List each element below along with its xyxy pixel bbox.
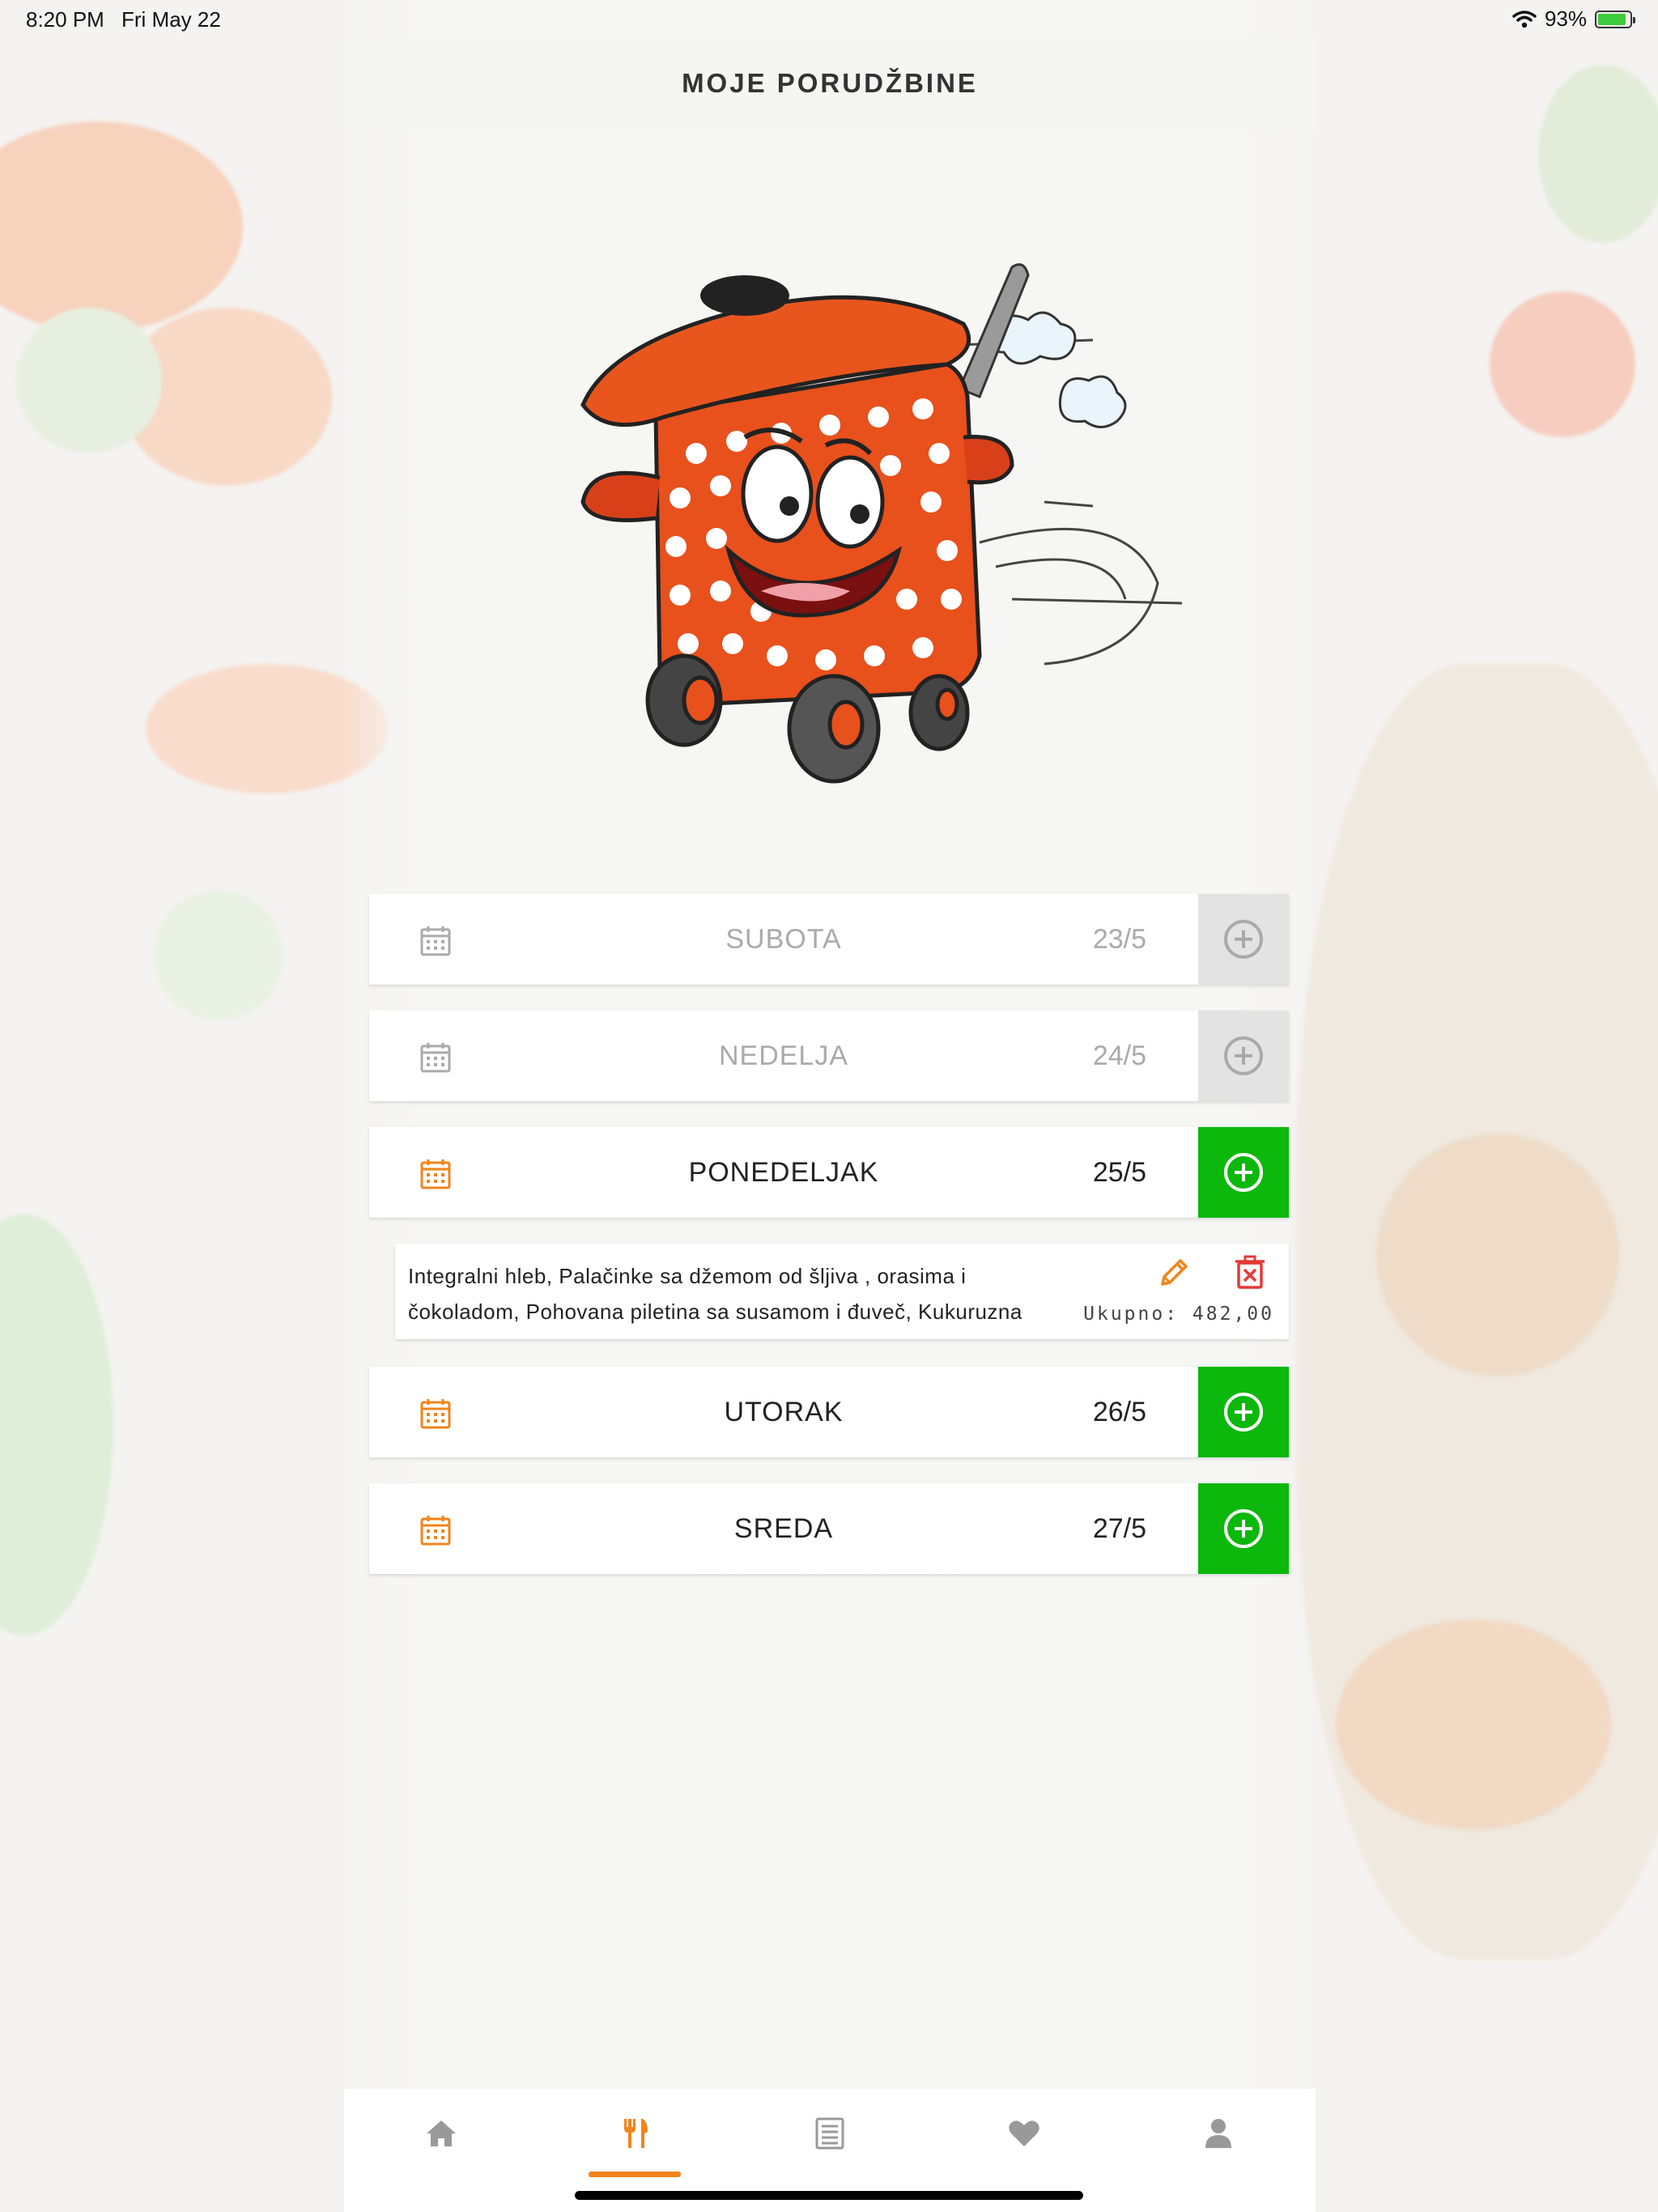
wifi-icon	[1512, 10, 1537, 28]
add-order-button[interactable]	[1198, 894, 1289, 985]
add-order-button[interactable]	[1198, 1010, 1289, 1101]
order-items: Integralni hleb, Palačinke sa džemom od …	[408, 1258, 1104, 1329]
add-order-button[interactable]	[1198, 1367, 1289, 1457]
pencil-icon[interactable]	[1156, 1255, 1192, 1291]
list-icon	[815, 2117, 844, 2150]
day-name: SUBOTA	[725, 923, 842, 955]
day-row-sreda[interactable]: SREDA 27/5	[369, 1483, 1289, 1574]
trash-icon[interactable]	[1234, 1255, 1266, 1291]
battery-percent: 93%	[1544, 6, 1587, 31]
home-icon	[427, 2121, 456, 2146]
order-card[interactable]: Integralni hleb, Palačinke sa džemom od …	[395, 1244, 1289, 1339]
tab-orders[interactable]	[538, 2089, 733, 2178]
plus-circle-icon	[1224, 1153, 1263, 1192]
add-order-button[interactable]	[1198, 1483, 1289, 1574]
plus-circle-icon	[1224, 920, 1263, 959]
order-items-line: čokoladom, Pohovana piletina sa susamom …	[408, 1300, 1022, 1324]
day-name: NEDELJA	[718, 1040, 849, 1071]
day-row-main[interactable]: SREDA 27/5	[369, 1483, 1198, 1574]
heart-icon	[1009, 2121, 1039, 2146]
plus-circle-icon	[1224, 1393, 1263, 1431]
day-row-ponedeljak[interactable]: PONEDELJAK 25/5	[369, 1127, 1289, 1218]
pot-mascot-logo	[580, 263, 1183, 784]
plus-circle-icon	[1224, 1509, 1263, 1548]
status-bar: 8:20 PM Fri May 22 93%	[0, 0, 1658, 39]
battery-icon	[1595, 10, 1635, 28]
order-items-line: Integralni hleb, Palačinke sa džemom od …	[408, 1264, 967, 1288]
active-tab-indicator	[589, 2172, 681, 2177]
day-date: 24/5	[1092, 1040, 1146, 1071]
order-total: Ukupno: 482,00	[1083, 1304, 1274, 1325]
tab-menu[interactable]	[733, 2089, 927, 2178]
day-row-main[interactable]: NEDELJA 24/5	[369, 1010, 1198, 1101]
status-time: 8:20 PM	[26, 7, 104, 32]
day-row-nedelja[interactable]: NEDELJA 24/5	[369, 1010, 1289, 1101]
page-header: MOJE PORUDŽBINE	[344, 36, 1316, 130]
day-name: UTORAK	[724, 1396, 844, 1427]
day-date: 26/5	[1092, 1396, 1146, 1427]
status-date: Fri May 22	[121, 7, 221, 32]
day-date: 23/5	[1092, 923, 1146, 955]
status-right: 93%	[1512, 6, 1635, 32]
day-name: PONEDELJAK	[688, 1156, 879, 1188]
user-icon	[1205, 2119, 1231, 2148]
day-row-main[interactable]: SUBOTA 23/5	[369, 894, 1198, 985]
plus-circle-icon	[1224, 1036, 1263, 1075]
day-row-main[interactable]: PONEDELJAK 25/5	[369, 1127, 1198, 1218]
day-row-main[interactable]: UTORAK 26/5	[369, 1367, 1198, 1457]
add-order-button[interactable]	[1198, 1127, 1289, 1218]
tab-favorites[interactable]	[927, 2089, 1121, 2178]
day-name: SREDA	[733, 1512, 834, 1544]
tab-home[interactable]	[344, 2089, 538, 2178]
day-date: 25/5	[1092, 1156, 1146, 1188]
day-row-utorak[interactable]: UTORAK 26/5	[369, 1367, 1289, 1457]
utensils-icon	[624, 2119, 648, 2148]
page-title: MOJE PORUDŽBINE	[682, 67, 978, 98]
home-indicator[interactable]	[575, 2191, 1083, 2200]
day-row-subota[interactable]: SUBOTA 23/5	[369, 894, 1289, 985]
day-date: 27/5	[1092, 1512, 1146, 1544]
tab-profile[interactable]	[1121, 2089, 1316, 2178]
